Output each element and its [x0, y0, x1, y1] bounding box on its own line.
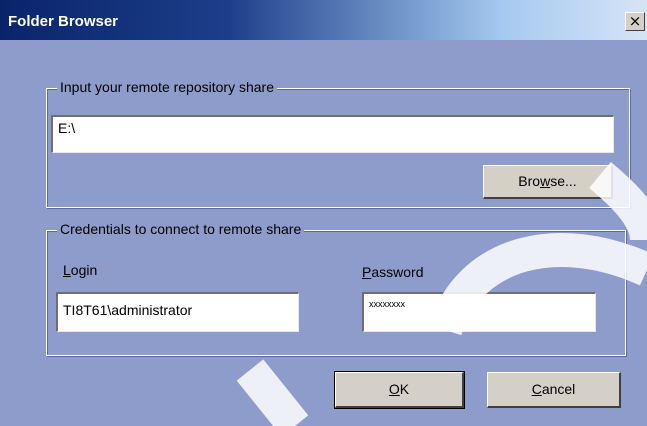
- repository-share-legend: Input your remote repository share: [57, 79, 277, 95]
- login-field[interactable]: TI8T61\administrator: [56, 292, 299, 332]
- browse-label-part2: se...: [550, 173, 577, 189]
- ok-button[interactable]: OK: [334, 371, 465, 409]
- login-label-rest: ogin: [70, 262, 98, 278]
- browse-accel-key: w: [540, 173, 551, 189]
- password-field[interactable]: xxxxxxxx: [362, 292, 596, 332]
- window-title: Folder Browser: [8, 13, 119, 30]
- repository-path-value: E:\: [58, 120, 76, 136]
- ok-accel-key: O: [388, 381, 400, 397]
- login-accel-key: L: [63, 262, 71, 278]
- login-value: TI8T61\administrator: [63, 302, 193, 318]
- title-bar[interactable]: Folder Browser ×: [0, 0, 647, 40]
- close-button[interactable]: ×: [625, 12, 645, 31]
- password-accel-key: P: [362, 264, 372, 280]
- repository-path-input[interactable]: E:\: [51, 115, 614, 153]
- cancel-accel-key: C: [531, 381, 542, 397]
- cancel-label-rest: ancel: [541, 381, 576, 397]
- watermark-graphic: [236, 161, 647, 426]
- login-label: Login: [63, 262, 97, 278]
- password-label: Password: [362, 264, 423, 280]
- credentials-legend: Credentials to connect to remote share: [57, 221, 305, 237]
- ok-label-rest: K: [399, 381, 410, 397]
- close-icon: ×: [628, 12, 642, 30]
- cancel-button[interactable]: Cancel: [487, 372, 621, 408]
- browse-label-part1: Bro: [518, 173, 541, 189]
- browse-button[interactable]: Browse...: [483, 165, 613, 199]
- password-masked-value: xxxxxxxx: [369, 299, 405, 309]
- folder-browser-dialog: Folder Browser × Input your remote repos…: [0, 0, 647, 426]
- password-label-rest: assword: [371, 264, 424, 280]
